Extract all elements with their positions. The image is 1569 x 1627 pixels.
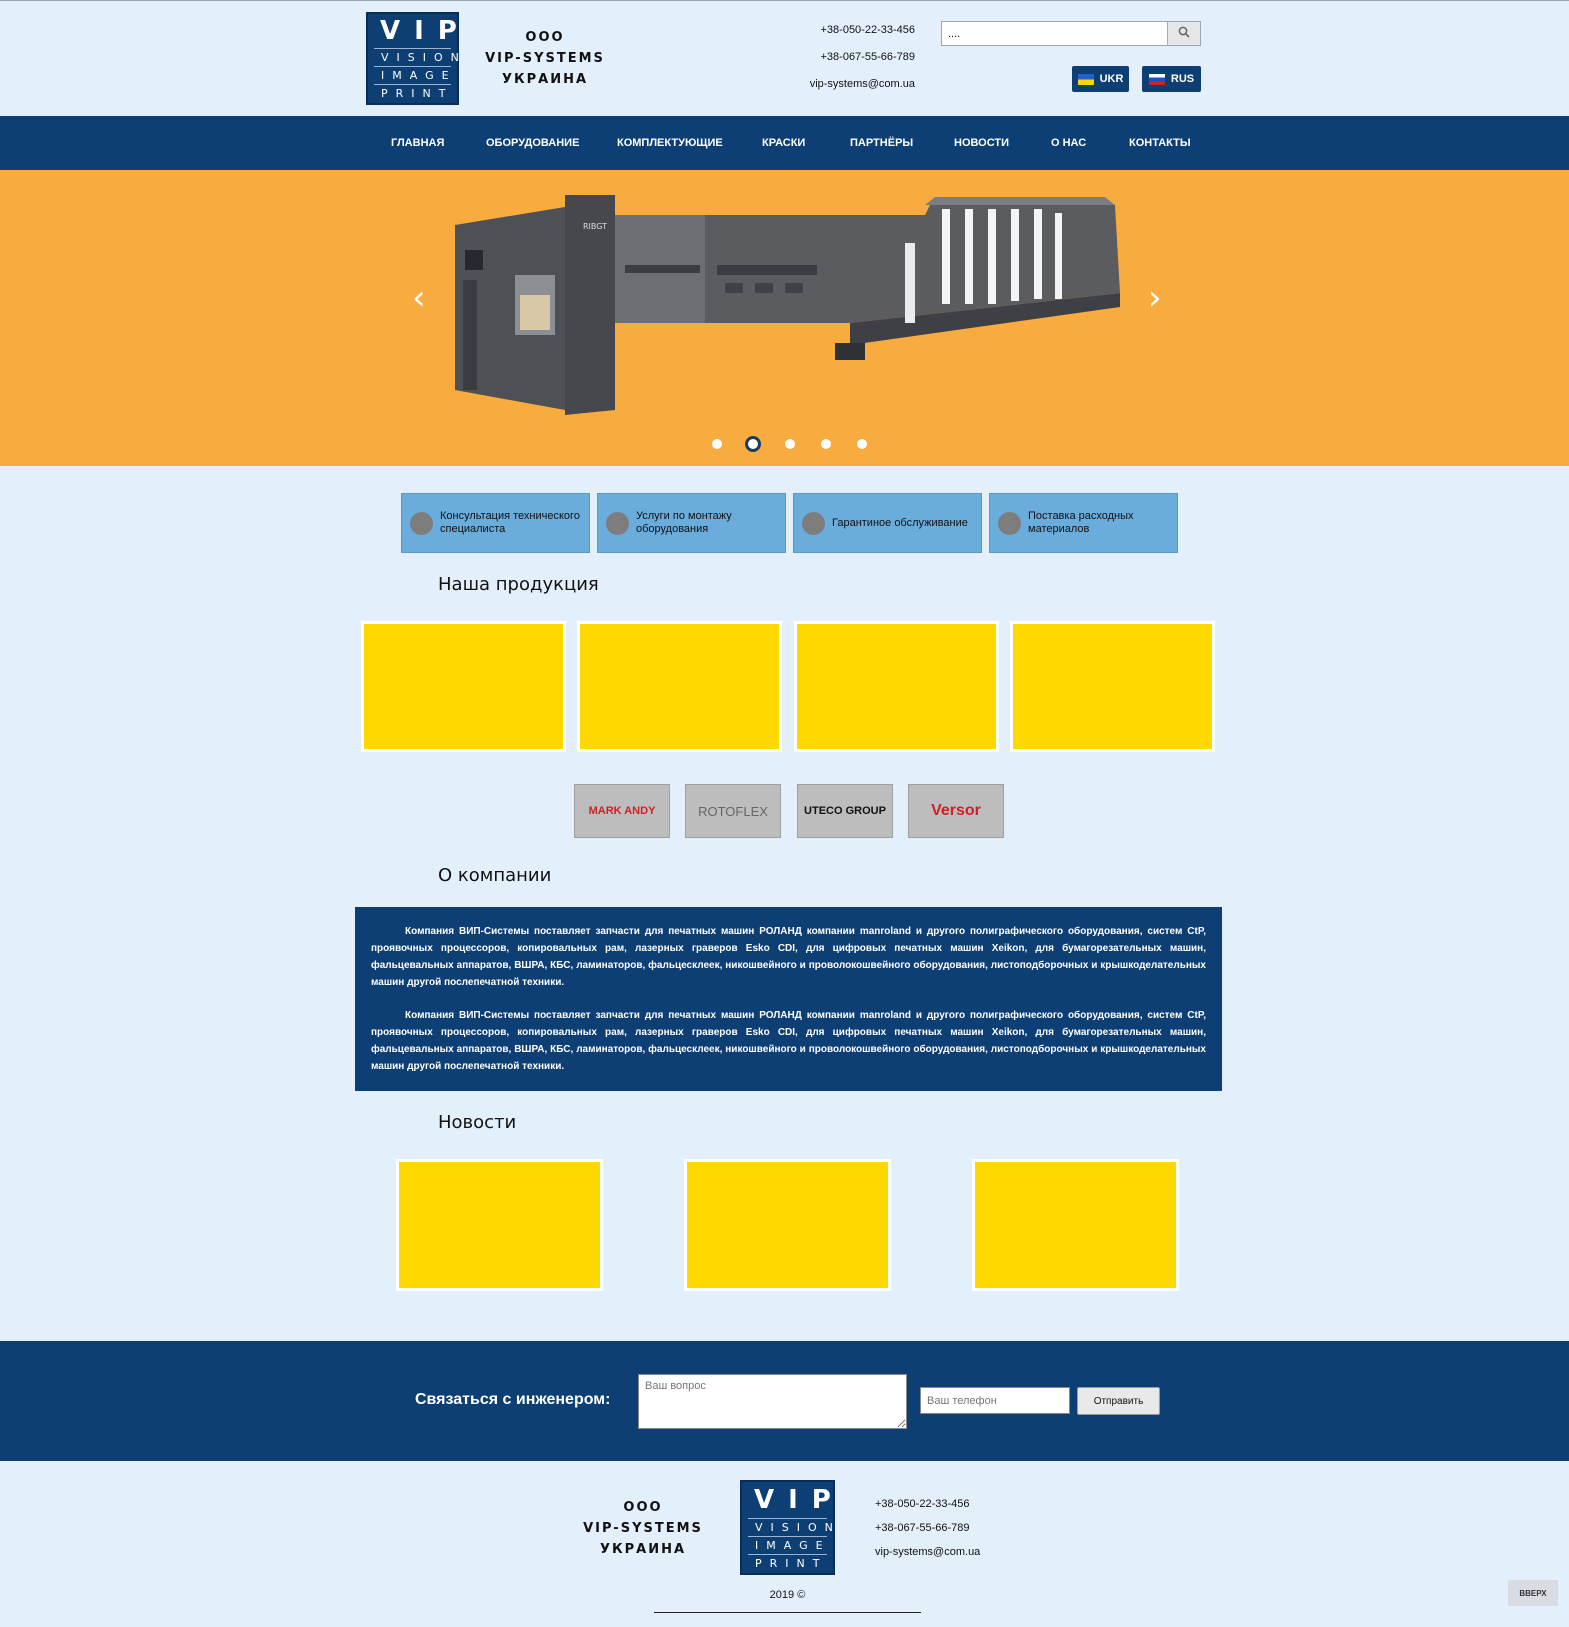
nav-news[interactable]: НОВОСТИ xyxy=(954,116,1009,170)
lang-rus-button[interactable]: RUS xyxy=(1142,66,1201,92)
service-label: Поставка расходных материалов xyxy=(1028,510,1134,535)
lang-rus-label: RUS xyxy=(1170,73,1195,85)
contact-form-title: Связаться с инженером: xyxy=(415,1391,611,1408)
nav-paints[interactable]: КРАСКИ xyxy=(762,116,805,170)
service-installation[interactable]: Услуги по монтажу оборудования xyxy=(597,493,786,553)
slider-dot-1[interactable] xyxy=(712,439,722,449)
logo-line-vision: VISION xyxy=(374,48,459,66)
service-label: Гарантиное обслуживание xyxy=(832,516,968,529)
slider-next-button[interactable]: › xyxy=(1148,278,1162,318)
header-logo[interactable]: VIP VISION IMAGE PRINT xyxy=(366,12,459,105)
footer-contacts: +38-050-22-33-456 +38-067-55-66-789 vip-… xyxy=(875,1492,1015,1564)
product-card[interactable] xyxy=(577,621,782,752)
product-card[interactable] xyxy=(794,621,999,752)
search-button[interactable] xyxy=(1167,22,1200,45)
footer-divider xyxy=(654,1612,921,1613)
header-phone-2[interactable]: +38-067-55-66-789 xyxy=(760,44,916,71)
company-line-name: VIP-SYSTEMS xyxy=(485,51,605,66)
phone-input[interactable] xyxy=(920,1387,1070,1414)
slider-dot-5[interactable] xyxy=(857,439,867,449)
nav-about[interactable]: О НАС xyxy=(1051,116,1086,170)
about-text-block: Компания ВИП-Системы поставляет запчасти… xyxy=(355,907,1222,1091)
partner-name: MARK ANDY xyxy=(588,805,656,817)
service-circle-icon xyxy=(606,511,629,535)
service-consultation[interactable]: Консультация технического специалиста xyxy=(401,493,590,553)
logo-line-vision: VISION xyxy=(748,1518,833,1536)
lang-ukr-button[interactable]: UKR xyxy=(1072,66,1129,92)
news-card[interactable] xyxy=(972,1159,1179,1291)
logo-line-print: PRINT xyxy=(748,1554,827,1572)
footer-phone-1[interactable]: +38-050-22-33-456 xyxy=(875,1492,1015,1516)
product-card[interactable] xyxy=(361,621,566,752)
logo-vip: VIP xyxy=(380,16,471,46)
company-line-form: ООО xyxy=(525,30,565,45)
partner-logo-markandy[interactable]: MARK ANDY xyxy=(574,784,670,838)
partner-logo-uteco[interactable]: UTECO GROUP xyxy=(797,784,893,838)
company-line-name: VIP-SYSTEMS xyxy=(583,1521,703,1536)
partner-name: ROTOFLEX xyxy=(698,803,768,819)
product-card[interactable] xyxy=(1010,621,1215,752)
company-line-country: УКРАИНА xyxy=(501,72,589,87)
scroll-to-top-button[interactable]: ВВЕРХ xyxy=(1508,1580,1558,1606)
header-phone-1[interactable]: +38-050-22-33-456 xyxy=(760,17,916,44)
about-paragraph: Компания ВИП-Системы поставляет запчасти… xyxy=(371,926,1206,988)
service-warranty[interactable]: Гарантиное обслуживание xyxy=(793,493,982,553)
question-textarea[interactable] xyxy=(638,1374,907,1429)
header-email[interactable]: vip-systems@com.ua xyxy=(760,71,915,98)
search-box xyxy=(941,21,1201,46)
partner-name: Versor xyxy=(931,802,981,819)
header-contacts: +38-050-22-33-456 +38-067-55-66-789 vip-… xyxy=(760,17,915,98)
search-icon xyxy=(1178,26,1190,38)
slider-prev-button[interactable]: ‹ xyxy=(412,278,426,318)
about-paragraph: Компания ВИП-Системы поставляет запчасти… xyxy=(371,1010,1206,1072)
partner-name: UTECO GROUP xyxy=(804,805,886,817)
about-title: О компании xyxy=(438,865,552,886)
nav-contacts[interactable]: КОНТАКТЫ xyxy=(1129,116,1191,170)
service-circle-icon xyxy=(998,511,1021,535)
nav-equipment[interactable]: ОБОРУДОВАНИЕ xyxy=(486,116,579,170)
send-button[interactable]: Отправить xyxy=(1077,1387,1160,1415)
slider-dot-4[interactable] xyxy=(821,439,831,449)
header-company-name: ООО VIP-SYSTEMS УКРАИНА xyxy=(480,27,610,90)
company-line-country: УКРАИНА xyxy=(599,1542,687,1557)
logo-line-image: IMAGE xyxy=(374,66,451,84)
service-label: Услуги по монтажу оборудования xyxy=(636,510,732,535)
machine-brand-label: RIBGT xyxy=(583,222,607,231)
main-nav: ГЛАВНАЯ ОБОРУДОВАНИЕ КОМПЛЕКТУЮЩИЕ КРАСК… xyxy=(0,116,1569,170)
products-title: Наша продукция xyxy=(438,574,599,595)
logo-vip: VIP xyxy=(754,1485,845,1515)
company-line-form: ООО xyxy=(623,1500,663,1515)
lang-ukr-label: UKR xyxy=(1099,73,1124,85)
top-border xyxy=(0,0,1569,1)
news-card[interactable] xyxy=(684,1159,891,1291)
partner-logo-rotoflex[interactable]: ROTOFLEX xyxy=(685,784,781,838)
footer-company-name: ООО VIP-SYSTEMS УКРАИНА xyxy=(578,1497,708,1560)
service-circle-icon xyxy=(802,511,825,535)
copyright: 2019 © xyxy=(769,1589,806,1601)
contact-engineer-section: Связаться с инженером: Отправить xyxy=(0,1341,1569,1461)
footer-logo[interactable]: VIP VISION IMAGE PRINT xyxy=(740,1480,835,1575)
footer-email[interactable]: vip-systems@com.ua xyxy=(875,1540,1015,1564)
slider-dot-2[interactable] xyxy=(745,436,761,452)
footer-phone-2[interactable]: +38-067-55-66-789 xyxy=(875,1516,1015,1540)
hero-slider: ‹ › RIBGT xyxy=(0,170,1569,466)
slider-dot-3[interactable] xyxy=(785,439,795,449)
russia-flag-icon xyxy=(1148,73,1165,85)
ukraine-flag-icon xyxy=(1077,73,1094,85)
nav-home[interactable]: ГЛАВНАЯ xyxy=(391,116,444,170)
nav-partners[interactable]: ПАРТНЁРЫ xyxy=(850,116,913,170)
news-card[interactable] xyxy=(396,1159,603,1291)
partner-logo-versor[interactable]: Versor xyxy=(908,784,1004,838)
logo-line-image: IMAGE xyxy=(748,1536,827,1554)
nav-components[interactable]: КОМПЛЕКТУЮЩИЕ xyxy=(617,116,723,170)
printing-machine-image: RIBGT xyxy=(455,195,1120,415)
logo-line-print: PRINT xyxy=(374,84,451,102)
service-supplies[interactable]: Поставка расходных материалов xyxy=(989,493,1178,553)
service-label: Консультация технического специалиста xyxy=(440,510,580,535)
news-title: Новости xyxy=(438,1112,517,1133)
search-input[interactable] xyxy=(942,22,1167,45)
service-circle-icon xyxy=(410,511,433,535)
